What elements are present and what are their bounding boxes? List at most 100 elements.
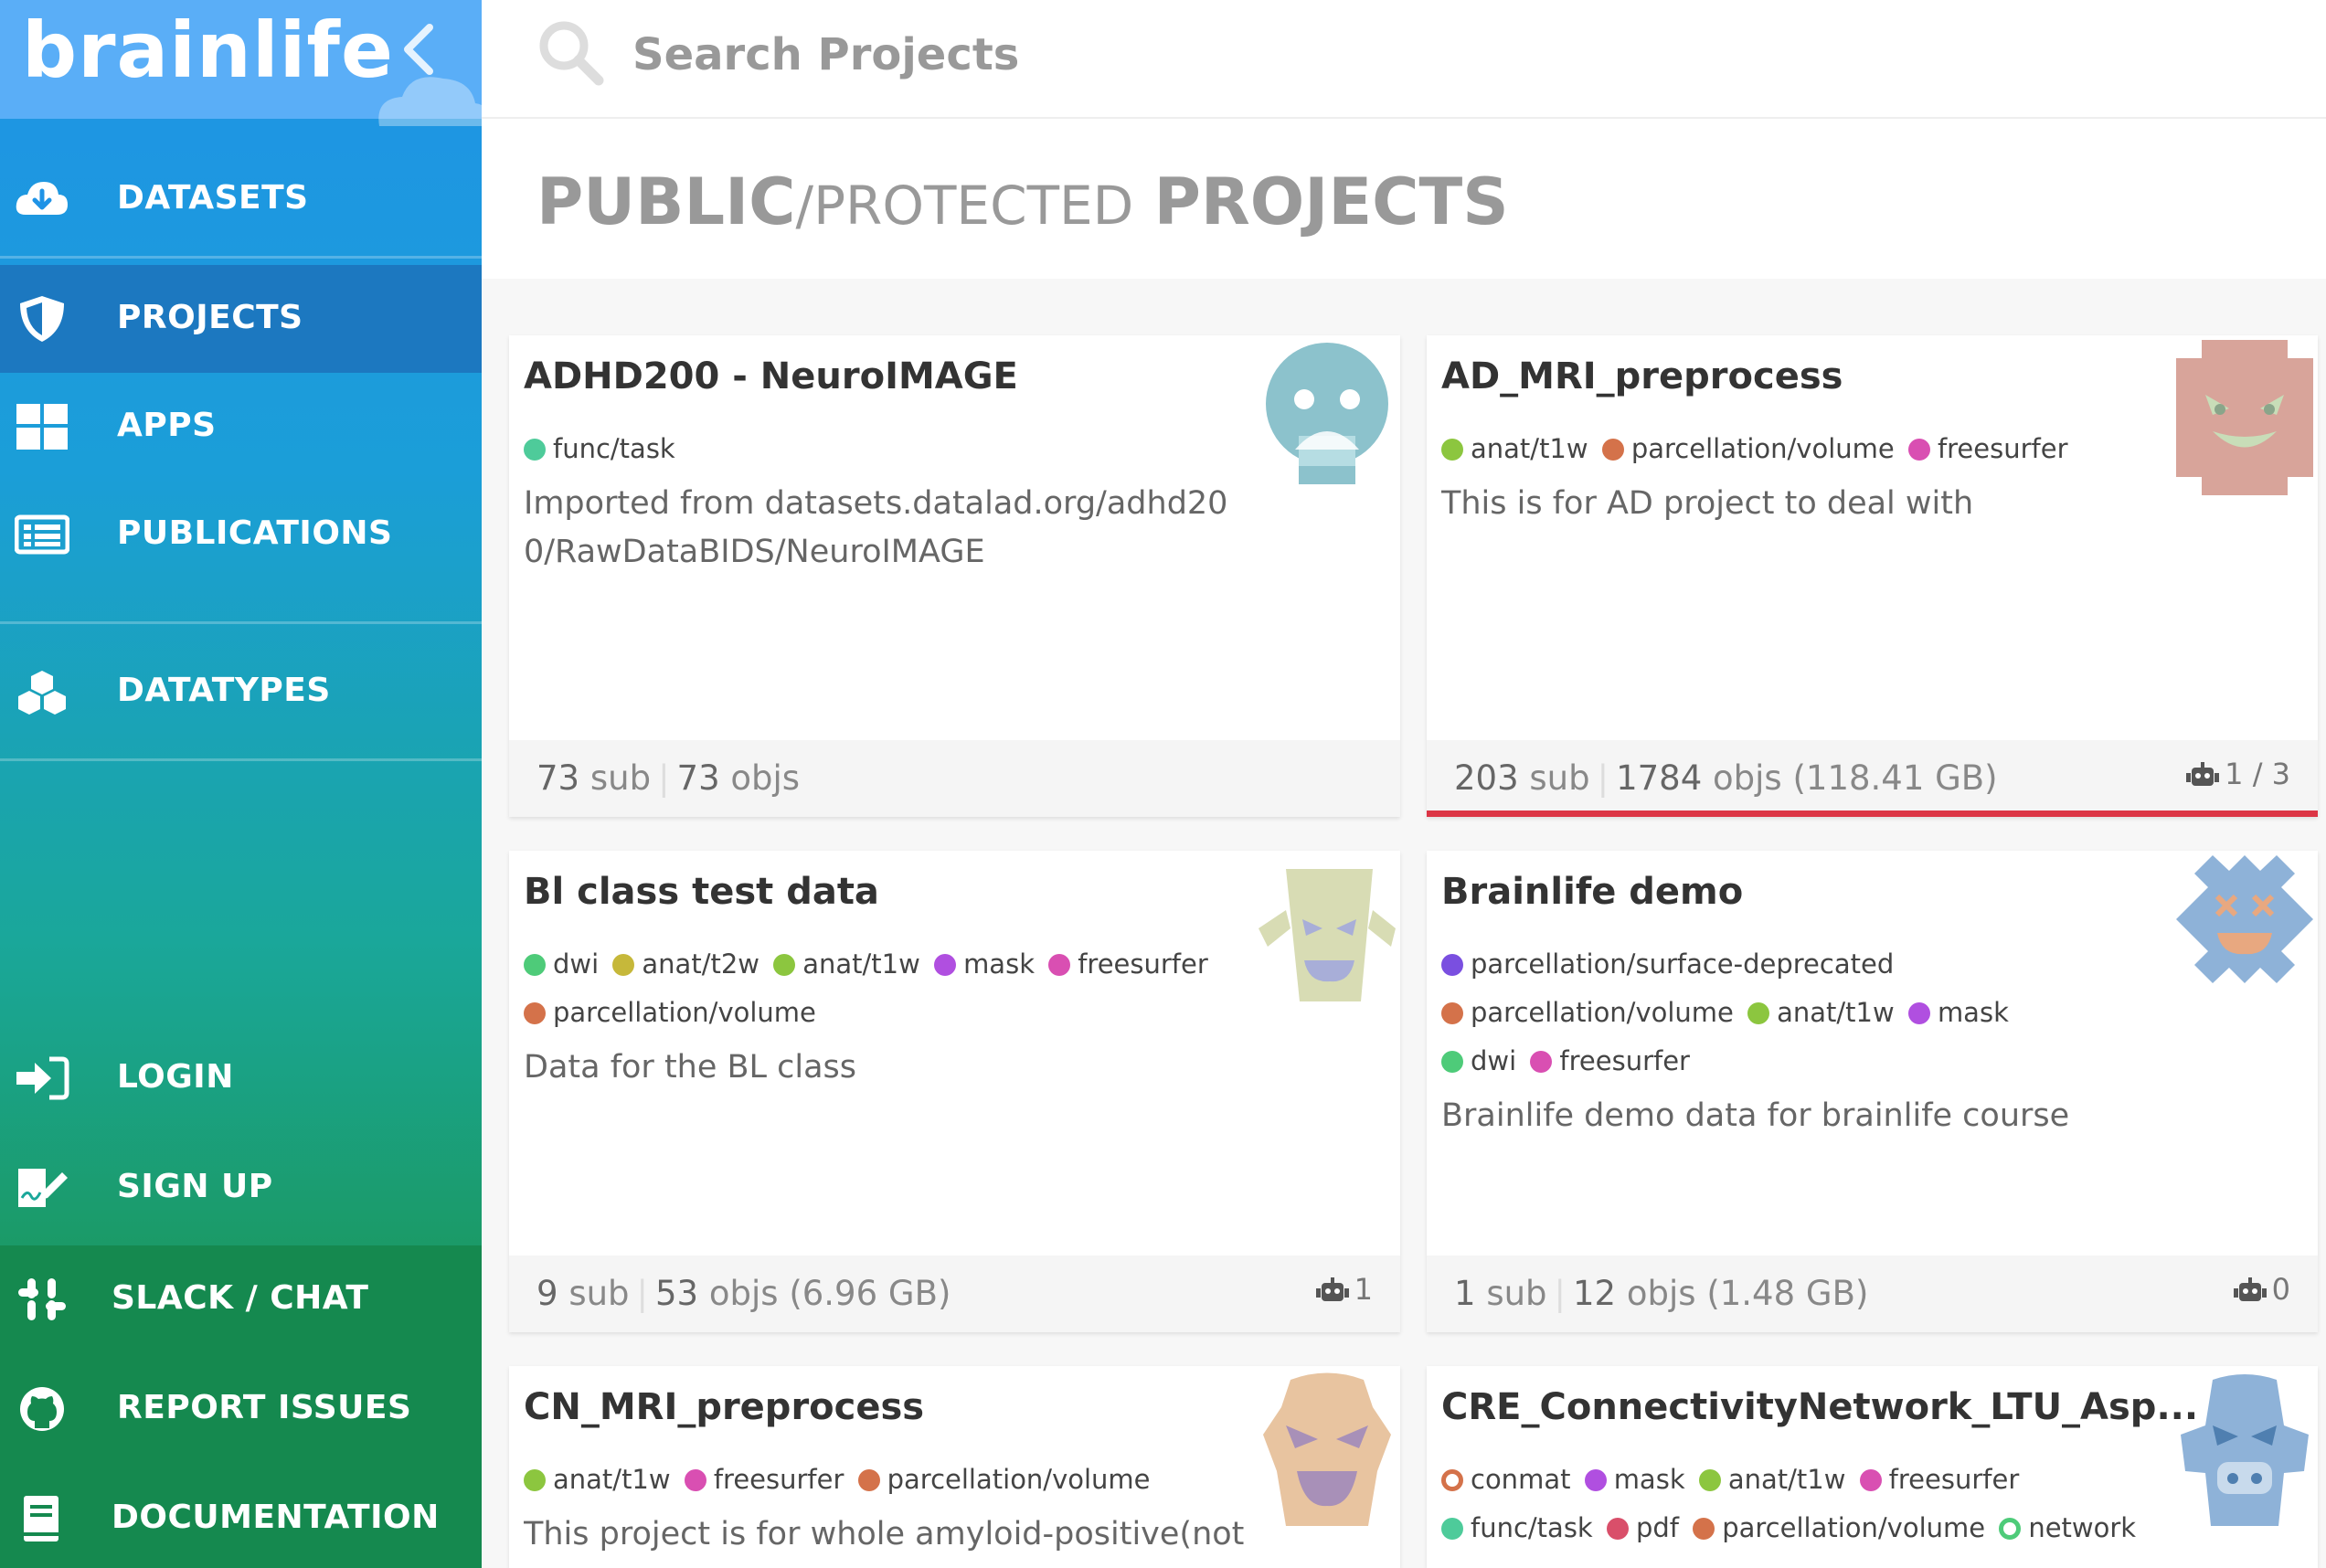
subject-label: sub [1529, 758, 1590, 798]
datatype-tag: freesurfer [1530, 1037, 1690, 1086]
sidebar-item-label: PROJECTS [117, 299, 303, 336]
sidebar-item-datasets[interactable]: DATASETS [0, 145, 482, 253]
tag-dot [1441, 1051, 1463, 1073]
sidebar-item-documentation[interactable]: DOCUMENTATION [0, 1465, 482, 1568]
title-protected: /PROTECTED [795, 175, 1134, 237]
help-links-section: SLACK / CHAT REPORT ISSUES DOCUMENTATION [0, 1245, 482, 1568]
github-icon [20, 1387, 64, 1431]
project-stats: 9 sub | 53 objs (6.96 GB) [536, 1274, 951, 1313]
subject-label: sub [568, 1274, 630, 1313]
project-card[interactable]: AD_MRI_preprocess anat/t1w parcellation/… [1427, 335, 2318, 817]
tag-dot [1698, 1469, 1721, 1491]
project-card[interactable]: CN_MRI_preprocess anat/t1w freesurfer pa… [509, 1366, 1400, 1568]
tag-dot [1441, 954, 1463, 976]
object-count: 1784 [1616, 758, 1703, 798]
tag-dot [1441, 1002, 1463, 1024]
tag-dot [612, 954, 635, 976]
tag-label: freesurfer [1937, 433, 2068, 464]
datatype-tag: conmat [1441, 1456, 1570, 1504]
subject-count: 1 [1454, 1274, 1476, 1313]
tag-label: conmat [1471, 1464, 1571, 1495]
stats-separator: | [1554, 1274, 1566, 1313]
sidebar-item-slack[interactable]: SLACK / CHAT [0, 1245, 482, 1353]
search-input[interactable] [632, 23, 1729, 87]
project-stats: 203 sub | 1784 objs (118.41 GB) [1454, 758, 1998, 798]
tag-dot [524, 439, 546, 461]
cloud-download-icon [16, 182, 68, 215]
card-footer: 73 sub | 73 objs [509, 740, 1400, 817]
tag-dot [1907, 1002, 1930, 1024]
page-title: PUBLIC/PROTECTED PROJECTS [536, 164, 1509, 239]
card-footer: 1 sub | 12 objs (1.48 GB) 0 [1427, 1255, 2318, 1332]
divider [0, 621, 482, 624]
tag-label: dwi [553, 948, 600, 980]
project-name[interactable]: AD_MRI_preprocess [1441, 355, 1843, 397]
subject-count: 9 [536, 1274, 558, 1313]
divider [0, 758, 482, 761]
tag-label: mask [963, 948, 1035, 980]
object-label: objs [1713, 758, 1782, 798]
datatype-tags: conmat mask anat/t1w freesurfer func/tas… [1441, 1456, 2163, 1552]
datatype-tag: mask [1584, 1456, 1685, 1504]
tag-dot [1441, 439, 1463, 461]
sidebar-item-publications[interactable]: PUBLICATIONS [0, 481, 482, 588]
tag-label: freesurfer [1888, 1464, 2020, 1495]
stats-separator: | [636, 1274, 648, 1313]
tag-label: anat/t1w [802, 948, 920, 980]
tag-dot [1907, 439, 1930, 461]
tag-label: parcellation/volume [887, 1464, 1151, 1495]
datatype-tag: freesurfer [1048, 940, 1208, 989]
sidebar-item-label: DOCUMENTATION [112, 1499, 440, 1536]
monster-avatar [2176, 340, 2313, 495]
project-description: Data for the BL class [524, 1049, 857, 1086]
sidebar-item-report-issues[interactable]: REPORT ISSUES [0, 1355, 482, 1463]
divider [0, 256, 482, 259]
subject-label: sub [589, 758, 652, 798]
run-count: 1 [1354, 1272, 1373, 1307]
tag-dot [857, 1469, 880, 1491]
sidebar-item-projects[interactable]: PROJECTS [0, 265, 482, 373]
tag-dot [1441, 1469, 1463, 1491]
sign-in-icon [16, 1056, 69, 1100]
sidebar-item-datatypes[interactable]: DATATYPES [0, 638, 482, 746]
tag-dot [1530, 1051, 1553, 1073]
subject-count: 73 [536, 758, 580, 798]
tag-dot [1601, 439, 1624, 461]
object-count: 53 [655, 1274, 699, 1313]
cubes-icon [18, 671, 66, 715]
sidebar-item-label: SIGN UP [117, 1168, 273, 1205]
project-name[interactable]: Bl class test data [524, 871, 879, 913]
sidebar-item-label: DATASETS [117, 179, 309, 217]
datatype-tag: network [1999, 1504, 2136, 1552]
robot-icon [1315, 1277, 1349, 1301]
tag-label: parcellation/volume [1722, 1512, 1986, 1543]
sidebar-item-login[interactable]: LOGIN [0, 1024, 482, 1132]
subject-count: 203 [1454, 758, 1519, 798]
sidebar-item-apps[interactable]: APPS [0, 373, 482, 481]
project-card[interactable]: ADHD200 - NeuroIMAGE func/task Imported … [509, 335, 1400, 817]
tag-dot [1747, 1002, 1770, 1024]
tag-label: parcellation/volume [1471, 997, 1734, 1028]
tag-label: func/task [553, 433, 675, 464]
tag-dot [1693, 1518, 1715, 1540]
tag-label: mask [1937, 997, 2009, 1028]
project-name[interactable]: CRE_ConnectivityNetwork_LTU_Asp... [1441, 1386, 2198, 1428]
project-card[interactable]: Bl class test data dwi anat/t2w anat/t1w… [509, 851, 1400, 1332]
tag-dot [524, 1469, 546, 1491]
sidebar-item-signup[interactable]: SIGN UP [0, 1134, 482, 1242]
brand-logo[interactable]: brainlife [22, 5, 394, 95]
datatype-tags: anat/t1w freesurfer parcellation/volume [524, 1456, 1218, 1504]
storage-size: (118.41 GB) [1792, 758, 1998, 798]
chevron-left-icon[interactable] [400, 22, 437, 77]
project-card[interactable]: Brainlife demo parcellation/surface-depr… [1427, 851, 2318, 1332]
project-name[interactable]: CN_MRI_preprocess [524, 1386, 924, 1428]
project-name[interactable]: Brainlife demo [1441, 871, 1743, 913]
project-card[interactable]: CRE_ConnectivityNetwork_LTU_Asp... conma… [1427, 1366, 2318, 1568]
tag-dot [524, 954, 546, 976]
app-run-count: 1 [1315, 1272, 1373, 1307]
project-name[interactable]: ADHD200 - NeuroIMAGE [524, 355, 1018, 397]
subject-label: sub [1486, 1274, 1547, 1313]
title-projects: PROJECTS [1153, 164, 1509, 239]
object-label: objs [1626, 1274, 1696, 1313]
tag-label: freesurfer [1078, 948, 1208, 980]
